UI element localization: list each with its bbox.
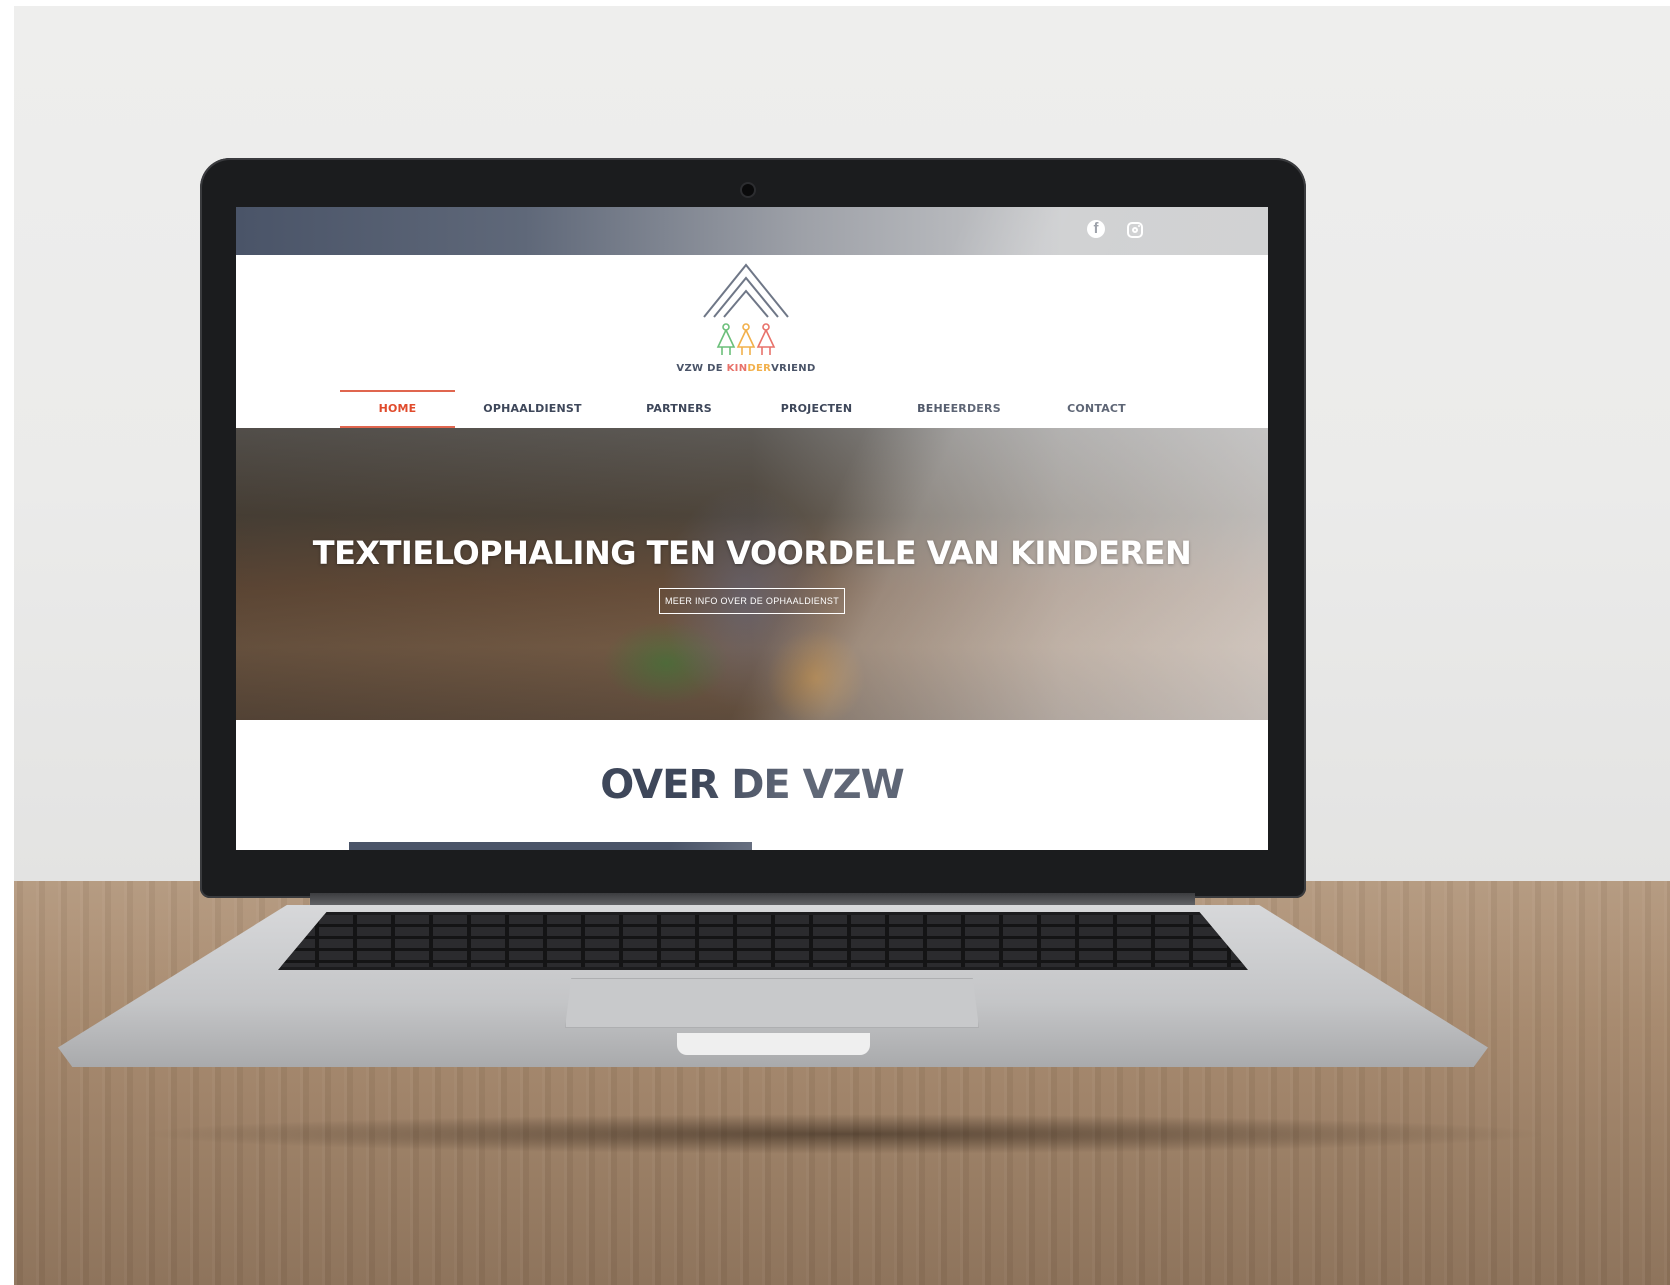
section-accent-bar <box>349 842 752 850</box>
logo-text-part: VRIEND <box>771 363 816 374</box>
nav-item-partners[interactable]: PARTNERS <box>610 388 748 428</box>
nav-label: CONTACT <box>1067 401 1126 415</box>
logo-text: VZW DE KINDERVRIEND <box>676 363 816 374</box>
nav-label: HOME <box>378 401 417 415</box>
hero-title: TEXTIELOPHALING TEN VOORDELE VAN KINDERE… <box>312 534 1192 572</box>
trackpad <box>565 978 979 1028</box>
facebook-glyph: f <box>1093 220 1099 237</box>
child-figure-yellow <box>736 323 756 355</box>
nav-label: OPHAALDIENST <box>483 401 582 415</box>
nav-item-contact[interactable]: CONTACT <box>1033 388 1160 428</box>
nav-item-projecten[interactable]: PROJECTEN <box>748 388 885 428</box>
main-nav: HOME OPHAALDIENST PARTNERS PROJECTEN BEH… <box>340 388 1160 428</box>
logo-text-part: VZW DE <box>676 363 727 374</box>
nav-label: BEHEERDERS <box>917 401 1001 415</box>
laptop-screen: f VZW DE KINDERVRIEND HOME OPHAALDIENST … <box>236 207 1268 850</box>
keyboard <box>278 912 1248 970</box>
nav-label: PROJECTEN <box>780 401 853 415</box>
top-bar: f <box>236 207 1268 255</box>
nav-item-ophaaldienst[interactable]: OPHAALDIENST <box>455 388 610 428</box>
nav-item-beheerders[interactable]: BEHEERDERS <box>885 388 1033 428</box>
hero-overlay <box>236 428 1268 720</box>
nav-item-home[interactable]: HOME <box>340 388 455 428</box>
webcam <box>742 184 754 196</box>
child-figure-green <box>716 323 736 355</box>
logo-text-part: KIN <box>726 363 748 374</box>
child-figure-red <box>756 323 776 355</box>
nav-label: PARTNERS <box>646 401 712 415</box>
hero-cta-button[interactable]: MEER INFO OVER DE OPHAALDIENST <box>659 588 845 614</box>
logo-text-part: DER <box>747 363 772 374</box>
laptop-shadow <box>134 1114 1554 1154</box>
facebook-icon[interactable]: f <box>1087 220 1105 238</box>
instagram-icon[interactable] <box>1127 222 1143 238</box>
section-title: OVER DE VZW <box>600 762 904 808</box>
hero-banner: TEXTIELOPHALING TEN VOORDELE VAN KINDERE… <box>236 428 1268 720</box>
lid-notch <box>677 1033 870 1055</box>
